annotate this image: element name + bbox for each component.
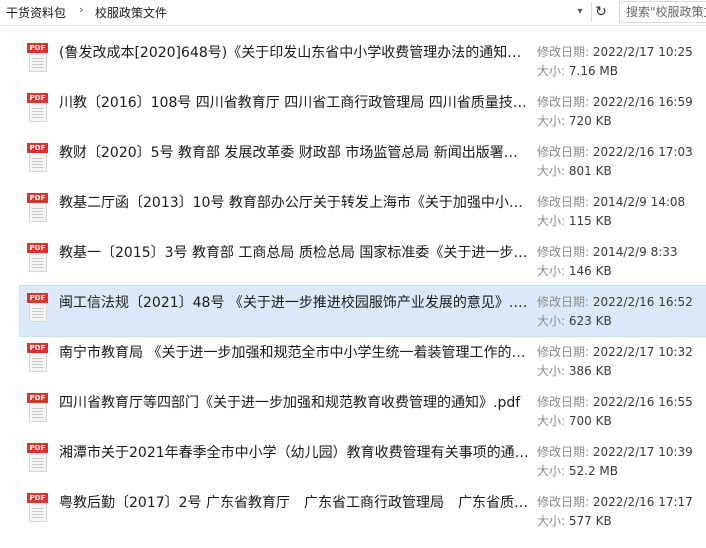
pdf-icon: PDF (27, 243, 49, 273)
modified-value: 2022/2/17 10:25 (592, 45, 693, 59)
modified-label: 修改日期: (537, 295, 590, 309)
size-value: 146 KB (568, 264, 612, 278)
pdf-icon: PDF (27, 343, 49, 373)
pdf-icon: PDF (27, 443, 49, 473)
modified-value: 2022/2/16 16:52 (592, 295, 693, 309)
refresh-icon[interactable]: ↻ (591, 2, 610, 22)
size-label: 大小: (537, 314, 566, 328)
file-name[interactable]: 南宁市教育局 《关于进一步加强和规范全市中小学生统一着装管理工作的通知》.pdf (59, 342, 529, 362)
modified-date: 修改日期: 2022/2/16 17:17 (537, 493, 693, 510)
file-name[interactable]: 闽工信法规〔2021〕48号 《关于进一步推进校园服饰产业发展的意见》.pdf (59, 292, 529, 312)
file-name[interactable]: 教基二厅函〔2013〕10号 教育部办公厅关于转发上海市《关于加强中小学生校服管… (59, 192, 529, 212)
file-list-item[interactable]: PDF 湘潭市关于2021年春季全市中小学（幼儿园）教育收费管理有关事项的通知.p… (20, 436, 706, 486)
size-label: 大小: (537, 64, 566, 78)
file-list-item[interactable]: PDF 四川省教育厅等四部门《关于进一步加强和规范教育收费管理的通知》.pdf 修改… (20, 386, 706, 436)
file-list-item[interactable]: PDF 粤教后勤〔2017〕2号 广东省教育厅 广东省工商行政管理局 广东省质量技… (20, 486, 706, 536)
size-label: 大小: (537, 464, 566, 478)
size-label: 大小: (537, 214, 566, 228)
file-name[interactable]: 教基一〔2015〕3号 教育部 工商总局 质检总局 国家标准委《关于进一步加强中… (59, 242, 529, 262)
file-list-item[interactable]: PDF 教基二厅函〔2013〕10号 教育部办公厅关于转发上海市《关于加强中小学生… (20, 186, 706, 236)
size-value: 52.2 MB (568, 464, 618, 478)
breadcrumb-item-root[interactable]: 干货资料包 (6, 4, 66, 21)
modified-label: 修改日期: (537, 495, 590, 509)
size-label: 大小: (537, 364, 566, 378)
modified-value: 2022/2/17 10:39 (592, 445, 693, 459)
modified-label: 修改日期: (537, 45, 590, 59)
pdf-icon: PDF (27, 293, 49, 323)
modified-value: 2014/2/9 8:33 (592, 245, 678, 259)
pdf-icon: PDF (27, 43, 49, 73)
size-value: 700 KB (568, 414, 612, 428)
modified-label: 修改日期: (537, 395, 590, 409)
file-size: 大小: 700 KB (537, 412, 612, 429)
search-input[interactable]: 搜索"校服政策文件" (619, 1, 706, 23)
size-label: 大小: (537, 114, 566, 128)
file-list-item[interactable]: PDF 南宁市教育局 《关于进一步加强和规范全市中小学生统一着装管理工作的通知》.… (20, 336, 706, 386)
pdf-icon: PDF (27, 93, 49, 123)
file-size: 大小: 52.2 MB (537, 462, 618, 479)
file-list-item[interactable]: PDF 川教〔2016〕108号 四川省教育厅 四川省工商行政管理局 四川省质量技… (20, 86, 706, 136)
file-list: PDF (鲁发改成本[2020]648号)《关于印发山东省中小学收费管理办法的通知… (0, 36, 706, 536)
size-value: 720 KB (568, 114, 612, 128)
modified-value: 2022/2/17 10:32 (592, 345, 693, 359)
modified-value: 2022/2/16 16:55 (592, 395, 693, 409)
modified-value: 2022/2/16 17:03 (592, 145, 693, 159)
modified-date: 修改日期: 2014/2/9 8:33 (537, 243, 678, 260)
size-value: 115 KB (568, 214, 612, 228)
file-name[interactable]: 湘潭市关于2021年春季全市中小学（幼儿园）教育收费管理有关事项的通知.pdf (59, 442, 529, 462)
pdf-icon: PDF (27, 393, 49, 423)
breadcrumb[interactable]: 干货资料包 › 校服政策文件 (0, 0, 590, 24)
modified-value: 2022/2/16 16:59 (592, 95, 693, 109)
modified-date: 修改日期: 2022/2/17 10:25 (537, 43, 693, 60)
modified-date: 修改日期: 2022/2/17 10:32 (537, 343, 693, 360)
pdf-icon: PDF (27, 193, 49, 223)
modified-label: 修改日期: (537, 345, 590, 359)
modified-label: 修改日期: (537, 445, 590, 459)
modified-label: 修改日期: (537, 245, 590, 259)
file-size: 大小: 577 KB (537, 512, 612, 529)
file-size: 大小: 801 KB (537, 162, 612, 179)
file-size: 大小: 720 KB (537, 112, 612, 129)
modified-label: 修改日期: (537, 195, 590, 209)
file-size: 大小: 146 KB (537, 262, 612, 279)
modified-date: 修改日期: 2022/2/17 10:39 (537, 443, 693, 460)
pdf-icon: PDF (27, 493, 49, 523)
modified-value: 2022/2/16 17:17 (592, 495, 693, 509)
size-label: 大小: (537, 514, 566, 528)
file-size: 大小: 115 KB (537, 212, 612, 229)
breadcrumb-item-current[interactable]: 校服政策文件 (95, 4, 167, 21)
modified-label: 修改日期: (537, 95, 590, 109)
modified-label: 修改日期: (537, 145, 590, 159)
file-size: 大小: 386 KB (537, 362, 612, 379)
file-name[interactable]: 川教〔2016〕108号 四川省教育厅 四川省工商行政管理局 四川省质量技术监督… (59, 92, 529, 112)
size-value: 623 KB (568, 314, 612, 328)
size-label: 大小: (537, 164, 566, 178)
modified-date: 修改日期: 2014/2/9 14:08 (537, 193, 685, 210)
file-list-item[interactable]: PDF 教基一〔2015〕3号 教育部 工商总局 质检总局 国家标准委《关于进一步… (20, 236, 706, 286)
file-list-item[interactable]: PDF 教财〔2020〕5号 教育部 发展改革委 财政部 市场监管总局 新闻出版署… (20, 136, 706, 186)
address-bar: 干货资料包 › 校服政策文件 ▾ ↻ 搜索"校服政策文件" (0, 0, 706, 26)
chevron-right-icon[interactable]: › (79, 3, 83, 16)
modified-value: 2014/2/9 14:08 (592, 195, 686, 209)
file-size: 大小: 623 KB (537, 312, 612, 329)
file-list-item[interactable]: PDF 闽工信法规〔2021〕48号 《关于进一步推进校园服饰产业发展的意见》.p… (19, 285, 706, 337)
modified-date: 修改日期: 2022/2/16 16:59 (537, 93, 693, 110)
size-label: 大小: (537, 264, 566, 278)
modified-date: 修改日期: 2022/2/16 16:55 (537, 393, 693, 410)
modified-date: 修改日期: 2022/2/16 17:03 (537, 143, 693, 160)
size-value: 577 KB (568, 514, 612, 528)
file-list-item[interactable]: PDF (鲁发改成本[2020]648号)《关于印发山东省中小学收费管理办法的通知… (20, 36, 706, 86)
size-label: 大小: (537, 414, 566, 428)
size-value: 386 KB (568, 364, 612, 378)
modified-date: 修改日期: 2022/2/16 16:52 (537, 293, 693, 310)
file-name[interactable]: (鲁发改成本[2020]648号)《关于印发山东省中小学收费管理办法的通知》.p… (59, 42, 529, 62)
file-name[interactable]: 四川省教育厅等四部门《关于进一步加强和规范教育收费管理的通知》.pdf (59, 392, 529, 412)
file-name[interactable]: 教财〔2020〕5号 教育部 发展改革委 财政部 市场监管总局 新闻出版署关于进… (59, 142, 529, 162)
size-value: 7.16 MB (568, 64, 618, 78)
chevron-down-icon[interactable]: ▾ (572, 3, 588, 21)
size-value: 801 KB (568, 164, 612, 178)
file-name[interactable]: 粤教后勤〔2017〕2号 广东省教育厅 广东省工商行政管理局 广东省质量技术监督… (59, 492, 529, 512)
file-size: 大小: 7.16 MB (537, 62, 618, 79)
pdf-icon: PDF (27, 143, 49, 173)
